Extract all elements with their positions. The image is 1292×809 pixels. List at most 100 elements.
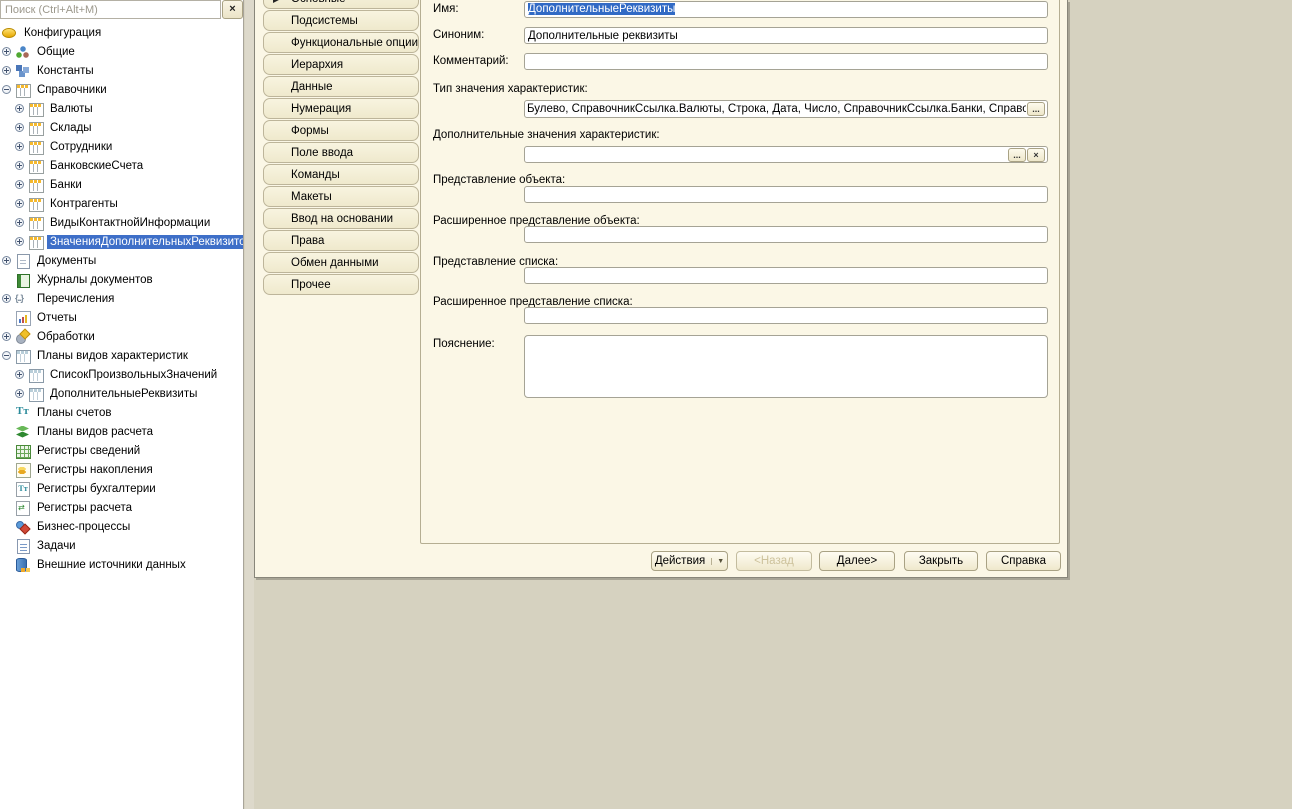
name-field[interactable]: ДополнительныеРеквизиты <box>524 1 1048 18</box>
dialog-tab[interactable]: Команды <box>263 164 419 185</box>
close-icon: × <box>229 3 236 15</box>
dialog-tab[interactable]: Иерархия <box>263 54 419 75</box>
additional-values-ellipsis-button[interactable]: ... <box>1008 147 1026 162</box>
value-type-field[interactable]: Булево, СправочникСсылка.Валюты, Строка,… <box>524 100 1048 118</box>
expander-icon[interactable] <box>15 180 24 189</box>
tree-item-label: Склады <box>50 121 92 134</box>
expander-icon[interactable] <box>2 256 11 265</box>
tree-item[interactable]: Отчеты <box>0 308 243 327</box>
tree-item[interactable]: Справочники <box>0 80 243 99</box>
tree-item[interactable]: СписокПроизвольныхЗначений <box>0 365 243 384</box>
list-presentation-field[interactable] <box>524 267 1048 284</box>
value-type-ellipsis-button[interactable]: ... <box>1027 102 1045 116</box>
tree-item[interactable]: Документы <box>0 251 243 270</box>
extended-object-presentation-field[interactable] <box>524 226 1048 243</box>
tree-item[interactable]: Общие <box>0 42 243 61</box>
expander-icon[interactable] <box>15 389 24 398</box>
dialog-tab[interactable]: Подсистемы <box>263 10 419 31</box>
close-search-button[interactable]: × <box>222 0 243 19</box>
tree-item[interactable]: БанковскиеСчета <box>0 156 243 175</box>
next-button[interactable]: Далее> <box>819 551 895 571</box>
object-presentation-field[interactable] <box>524 186 1048 203</box>
node-type-icon <box>15 520 31 534</box>
tree-item[interactable]: Регистры накопления <box>0 460 243 479</box>
tree-item[interactable]: Перечисления <box>0 289 243 308</box>
additional-values-clear-button[interactable]: × <box>1027 147 1045 162</box>
expander-icon[interactable] <box>2 66 11 75</box>
tab-label: Функциональные опции <box>291 37 418 49</box>
expander-icon[interactable] <box>15 123 24 132</box>
tree-item[interactable]: Планы счетов <box>0 403 243 422</box>
tab-label: Права <box>291 235 325 247</box>
tree-item-label: Валюты <box>50 102 93 115</box>
node-type-icon <box>15 63 31 78</box>
tree-item[interactable]: ВидыКонтактнойИнформации <box>0 213 243 232</box>
dialog-tab[interactable]: Макеты <box>263 186 419 207</box>
expander-icon[interactable] <box>2 47 11 56</box>
tree-item[interactable]: Внешние источники данных <box>0 555 243 574</box>
comment-field[interactable] <box>524 53 1048 70</box>
tree-item[interactable]: Задачи <box>0 536 243 555</box>
tree-item[interactable]: Планы видов характеристик <box>0 346 243 365</box>
tree-item-label: ЗначенияДополнительныхРеквизитов <box>47 234 243 249</box>
tree-item[interactable]: Контрагенты <box>0 194 243 213</box>
tree-item[interactable]: Регистры расчета <box>0 498 243 517</box>
close-button[interactable]: Закрыть <box>904 551 978 571</box>
dialog-tab[interactable]: Нумерация <box>263 98 419 119</box>
node-type-icon <box>28 216 44 231</box>
tree-item[interactable]: Банки <box>0 175 243 194</box>
explanation-field[interactable] <box>524 335 1048 398</box>
node-type-icon <box>28 178 44 193</box>
tree-item[interactable]: Склады <box>0 118 243 137</box>
expander-icon[interactable] <box>15 104 24 113</box>
name-label: Имя: <box>433 3 459 15</box>
dialog-tab[interactable]: Данные <box>263 76 419 97</box>
dialog-tab[interactable]: Основные <box>263 0 419 10</box>
expander-icon[interactable] <box>2 351 11 360</box>
tab-label: Поле ввода <box>291 147 354 159</box>
expander-icon[interactable] <box>15 370 24 379</box>
tree-item[interactable]: Журналы документов <box>0 270 243 289</box>
tree-item[interactable]: Планы видов расчета <box>0 422 243 441</box>
expander-icon[interactable] <box>2 294 11 303</box>
synonym-field[interactable] <box>524 27 1048 44</box>
panel-splitter[interactable] <box>245 0 254 809</box>
node-type-icon <box>15 253 31 269</box>
tree-item[interactable]: Бизнес-процессы <box>0 517 243 536</box>
expander-icon[interactable] <box>15 161 24 170</box>
dialog-tab[interactable]: Ввод на основании <box>263 208 419 229</box>
node-type-icon <box>15 83 31 98</box>
extended-list-presentation-field[interactable] <box>524 307 1048 324</box>
object-properties-dialog: Основные Подсистемы Функциональные опции… <box>254 0 1068 578</box>
dialog-tab[interactable]: Права <box>263 230 419 251</box>
tree-item[interactable]: ЗначенияДополнительныхРеквизитов <box>0 232 243 251</box>
tree-item[interactable]: Сотрудники <box>0 137 243 156</box>
expander-icon[interactable] <box>15 237 24 246</box>
expander-icon[interactable] <box>15 142 24 151</box>
tree-item[interactable]: ДополнительныеРеквизиты <box>0 384 243 403</box>
additional-values-field[interactable]: ... × <box>524 146 1048 163</box>
back-button[interactable]: <Назад <box>736 551 812 571</box>
dialog-tab[interactable]: Прочее <box>263 274 419 295</box>
node-type-icon <box>28 102 44 117</box>
actions-button[interactable]: Действия ▼ <box>651 551 728 571</box>
tree-item[interactable]: Константы <box>0 61 243 80</box>
search-input[interactable] <box>0 0 221 19</box>
tree-item[interactable]: Валюты <box>0 99 243 118</box>
node-type-icon <box>28 368 44 383</box>
tree-item[interactable]: Обработки <box>0 327 243 346</box>
expander-icon[interactable] <box>15 218 24 227</box>
dialog-tab[interactable]: Формы <box>263 120 419 141</box>
expander-icon[interactable] <box>2 85 11 94</box>
config-tree: Конфигурация Общие Константы Справочники… <box>0 23 243 574</box>
tree-item[interactable]: Регистры сведений <box>0 441 243 460</box>
tree-item[interactable]: Конфигурация <box>0 23 243 42</box>
dialog-tab[interactable]: Поле ввода <box>263 142 419 163</box>
expander-icon[interactable] <box>15 199 24 208</box>
tree-item[interactable]: Регистры бухгалтерии <box>0 479 243 498</box>
node-type-icon <box>28 387 44 402</box>
dialog-tab[interactable]: Функциональные опции <box>263 32 419 53</box>
help-button[interactable]: Справка <box>986 551 1061 571</box>
expander-icon[interactable] <box>2 332 11 341</box>
dialog-tab[interactable]: Обмен данными <box>263 252 419 273</box>
